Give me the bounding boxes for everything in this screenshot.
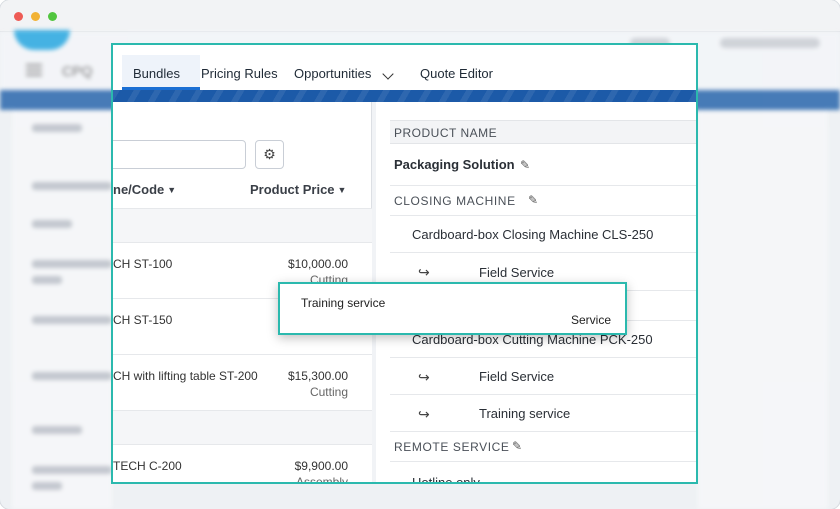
return-arrow-icon: ↪ [418, 264, 430, 280]
maximize-window-button[interactable] [48, 12, 57, 21]
gear-icon: ⚙ [263, 146, 276, 162]
edit-pencil-icon[interactable]: ✎ [528, 193, 538, 207]
drag-preview-tooltip[interactable]: Training service Service [278, 282, 627, 335]
service-name: Field Service [479, 369, 555, 384]
product-price: $9,900.00 [294, 459, 348, 473]
edit-pencil-icon[interactable]: ✎ [520, 158, 530, 172]
service-name: Training service [479, 406, 571, 421]
product-name: CH ST-100 [113, 257, 173, 271]
search-input[interactable] [113, 140, 246, 169]
category-row [113, 208, 372, 242]
minimize-window-button[interactable] [31, 12, 40, 21]
column-header-name[interactable]: ne/Code ▼ [113, 182, 176, 197]
section-row: REMOTE SERVICE ✎ [390, 432, 696, 462]
service-name: Field Service [479, 265, 555, 280]
product-row[interactable]: TECH C-200 $9,900.00 Assembly [113, 444, 372, 484]
tooltip-title: Training service [301, 296, 386, 310]
product-name-header: PRODUCT NAME [390, 120, 696, 144]
return-arrow-icon: ↪ [418, 406, 430, 422]
product-row[interactable]: CH with lifting table ST-200 $15,300.00 … [113, 354, 372, 410]
product-price: $15,300.00 [287, 369, 348, 383]
app-window: CPQ Bundles Pricing Rules Opportunities … [0, 0, 840, 509]
product-item-row[interactable]: Cardboard-box Closing Machine CLS-250 [390, 216, 696, 253]
section-title: REMOTE SERVICE [394, 440, 510, 454]
product-name: TECH C-200 [113, 459, 182, 473]
product-price: $10,000.00 [287, 257, 348, 271]
service-row[interactable]: ↪ Field Service [390, 358, 696, 395]
product-category: Cutting [309, 385, 348, 399]
background-app-name: CPQ [62, 63, 93, 79]
return-arrow-icon: ↪ [418, 369, 430, 385]
window-titlebar [0, 0, 840, 32]
chevron-down-icon[interactable] [382, 68, 394, 80]
sort-desc-icon: ▼ [167, 185, 177, 195]
tab-quote-editor[interactable]: Quote Editor [420, 66, 493, 81]
product-category: Assembly [295, 475, 348, 484]
product-item-name: Cardboard-box Closing Machine CLS-250 [412, 227, 654, 242]
column-header-price-label: Product Price [250, 182, 335, 197]
tab-opportunities[interactable]: Opportunities [294, 66, 371, 81]
background-header-item [720, 38, 820, 48]
section-title: CLOSING MACHINE [394, 194, 516, 208]
product-name: CH ST-150 [113, 313, 173, 327]
close-window-button[interactable] [14, 12, 23, 21]
product-name: CH with lifting table ST-200 [113, 369, 258, 383]
column-header-name-label: ne/Code [113, 182, 165, 197]
service-row[interactable]: ↪ Training service [390, 395, 696, 432]
bundle-row[interactable]: Packaging Solution ✎ [390, 145, 696, 186]
category-row [113, 410, 372, 444]
tab-bar: Bundles Pricing Rules Opportunities Quot… [113, 45, 696, 90]
settings-button[interactable]: ⚙ [255, 140, 284, 169]
brand-band [113, 90, 696, 102]
focused-app-frame: Bundles Pricing Rules Opportunities Quot… [111, 43, 698, 484]
background-right-panel [698, 110, 828, 509]
tab-bundles[interactable]: Bundles [133, 66, 180, 81]
section-row: CLOSING MACHINE ✎ [390, 186, 696, 216]
menu-icon [26, 64, 42, 76]
edit-pencil-icon[interactable]: ✎ [512, 439, 522, 453]
product-item-name: Hotline only [412, 475, 480, 484]
tab-pricing-rules[interactable]: Pricing Rules [201, 66, 278, 81]
product-name-header-label: PRODUCT NAME [394, 126, 498, 140]
product-item-row[interactable]: Hotline only [390, 462, 696, 484]
background-left-panel [12, 110, 112, 509]
bundle-name: Packaging Solution [394, 157, 515, 172]
tooltip-type: Service [570, 313, 611, 327]
sort-desc-icon: ▼ [337, 185, 347, 195]
column-header-price[interactable]: Product Price ▼ [250, 182, 346, 197]
